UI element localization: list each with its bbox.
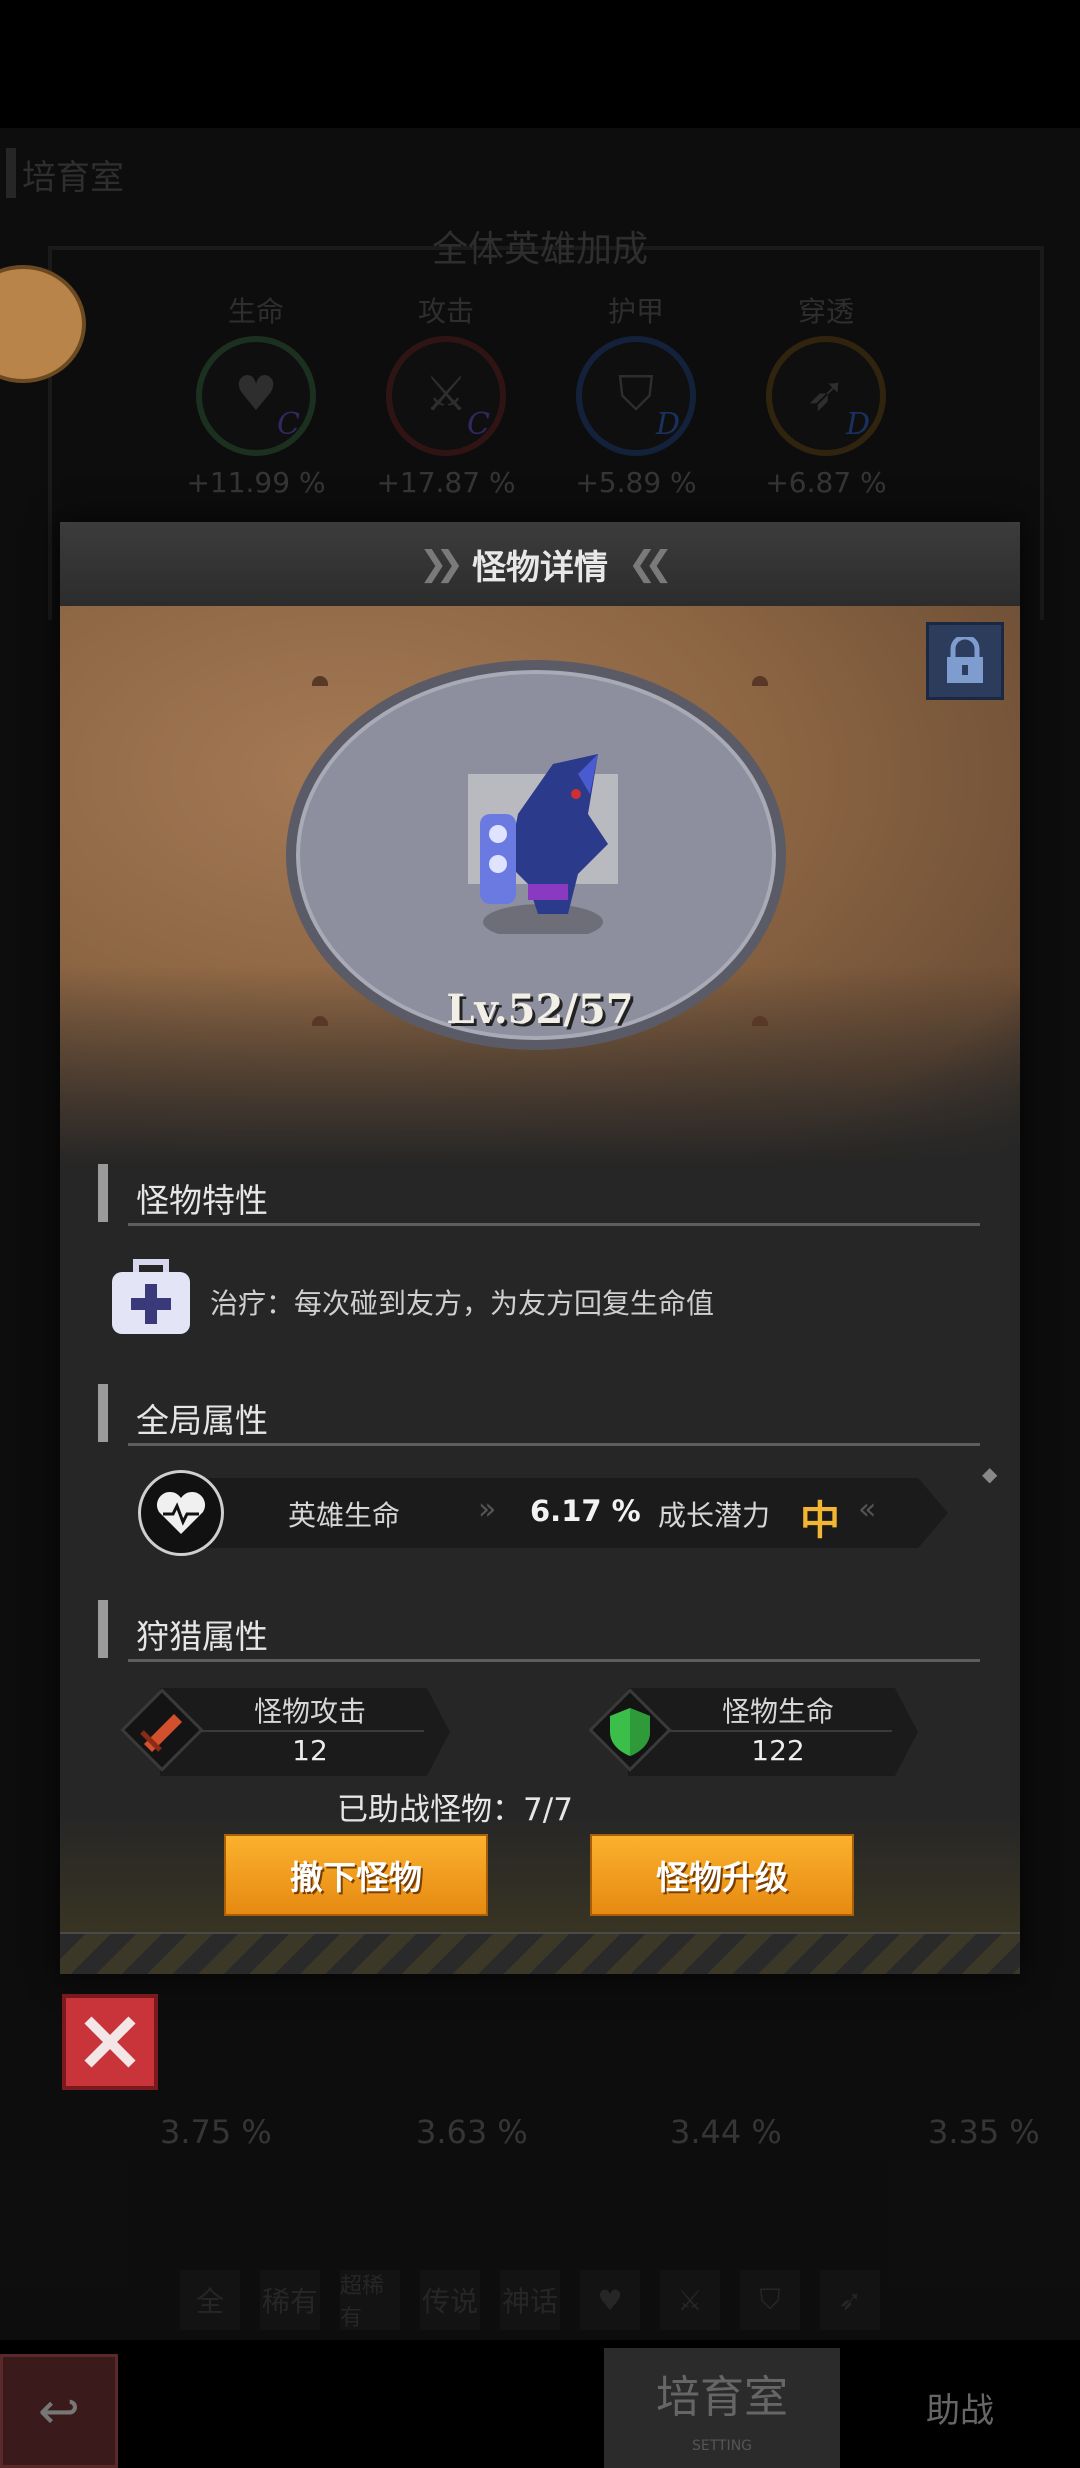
section-label: 狩猎属性 [136,1617,268,1656]
shield-icon: ⛉ D [576,336,696,456]
row-stat: 3.75 % [160,2113,272,2151]
close-icon [84,2016,136,2068]
global-stat-label: 英雄生命 [288,1499,401,1532]
global-stat-row: 英雄生命 » 6.17 % 成长潜力 中 « ◆ [138,1462,997,1556]
filter-legend[interactable]: 传说 [420,2270,480,2330]
growth-potential-label: 成长潜力 [658,1499,771,1532]
plate-divider [184,1730,424,1732]
stat-atk: 攻击 ⚔ C +17.87 % [366,290,526,499]
stat-value: +6.87 % [765,466,887,499]
section-divider [128,1443,980,1446]
modal-title: 怪物详情 [472,547,608,588]
chevron-right-icon: » [478,1492,497,1527]
info-diamond-icon[interactable]: ◆ [982,1462,997,1486]
filter-bar: 全 稀有 超稀有 传说 神话 ♥ ⚔ ⛉ ➶ [180,2270,880,2331]
attack-icon [120,1688,204,1772]
stat-pen: 穿透 ➶ D +6.87 % [746,290,906,499]
section-global: 全局属性 [98,1384,980,1446]
hunt-hp-value: 122 [751,1734,805,1767]
section-hunt: 狩猎属性 [98,1600,980,1662]
heart-icon [138,1470,224,1556]
filter-rare[interactable]: 稀有 [260,2270,320,2330]
upgrade-monster-button[interactable]: 怪物升级 [590,1834,854,1916]
tab-assist[interactable]: 助战 [900,2354,1020,2468]
filter-super-rare[interactable]: 超稀有 [340,2270,400,2331]
stat-def: 护甲 ⛉ D +5.89 % [556,290,716,499]
grade-badge: D [845,407,870,442]
pierce-icon: ➶ D [766,336,886,456]
section-label: 怪物特性 [136,1181,268,1220]
section-divider [128,1659,980,1662]
section-trait: 怪物特性 [98,1164,980,1226]
plate-divider [652,1730,892,1732]
stat-value: +11.99 % [186,466,326,499]
hunt-attack-label: 怪物攻击 [253,1695,366,1728]
hunt-attack-value: 12 [292,1734,328,1767]
filter-myth[interactable]: 神话 [500,2270,560,2330]
monster-level: Lv.52/57 [446,986,634,1033]
shield-icon [588,1688,672,1772]
section-marker [98,1384,108,1442]
row-stat: 3.63 % [416,2113,528,2151]
room-title: 培育室 [22,158,124,198]
hunt-hp-label: 怪物生命 [721,1695,834,1728]
tab-sub-label: SETTING [691,2438,753,2454]
section-divider [128,1223,980,1226]
back-button[interactable]: ↩ [0,2354,118,2468]
lock-button[interactable] [926,622,1004,700]
chevron-left-icon: « [858,1492,877,1527]
medkit-icon [112,1259,190,1334]
remove-monster-button[interactable]: 撤下怪物 [224,1834,488,1916]
stat-label: 穿透 [797,295,854,328]
global-stat-value: 6.17 % [530,1494,641,1528]
rivet [312,676,328,686]
bottom-nav: ↩ 培育室 SETTING 助战 [0,2348,1080,2468]
title-bar-marker [6,148,16,198]
stat-value: +5.89 % [575,466,697,499]
shield-filter-icon[interactable]: ⛉ [740,2270,800,2330]
monster-arena: Lv.52/57 [60,606,1020,1166]
stat-label: 攻击 [417,295,474,328]
heart-icon: ♥ C [196,336,316,456]
bonus-title: 全体英雄加成 [431,229,648,270]
stat-hp: 生命 ♥ C +11.99 % [176,290,336,499]
monster-detail-modal: ❯❯ 怪物详情 ❮❮ Lv.52/57 怪物特性 治疗：每次碰到友方，为友方回复… [60,522,1020,1974]
row-stat: 3.35 % [928,2113,1040,2151]
hazard-stripe [60,1932,1020,1974]
filter-all[interactable]: 全 [180,2270,240,2330]
grade-badge: D [655,407,680,442]
close-button[interactable] [62,1994,158,2090]
pierce-filter-icon[interactable]: ➶ [820,2270,880,2330]
section-marker [98,1164,108,1222]
stat-value: +17.87 % [376,466,516,499]
footer-glow [60,1814,1020,1934]
hunt-attack-box: 怪物攻击 12 [120,1682,450,1778]
grade-badge: C [277,407,300,442]
trait-description: 治疗：每次碰到友方，为友方回复生命值 [210,1287,715,1320]
monster-sprite[interactable] [458,754,628,934]
chevron-right-icon: ❯❯ [419,544,464,584]
lock-icon [947,637,983,683]
sword-filter-icon[interactable]: ⚔ [660,2270,720,2330]
growth-potential-value: 中 [800,1498,840,1544]
grade-badge: C [467,407,490,442]
hunt-hp-box: 怪物生命 122 [588,1682,918,1778]
stat-label: 护甲 [607,295,664,328]
modal-header: ❯❯ 怪物详情 ❮❮ [60,522,1020,608]
section-marker [98,1600,108,1658]
row-stat: 3.44 % [670,2113,782,2151]
section-label: 全局属性 [136,1401,268,1440]
chevron-left-icon: ❮❮ [628,544,673,584]
rivet [752,676,768,686]
sword-icon: ⚔ C [386,336,506,456]
stat-label: 生命 [227,295,284,328]
heart-filter-icon[interactable]: ♥ [580,2270,640,2330]
